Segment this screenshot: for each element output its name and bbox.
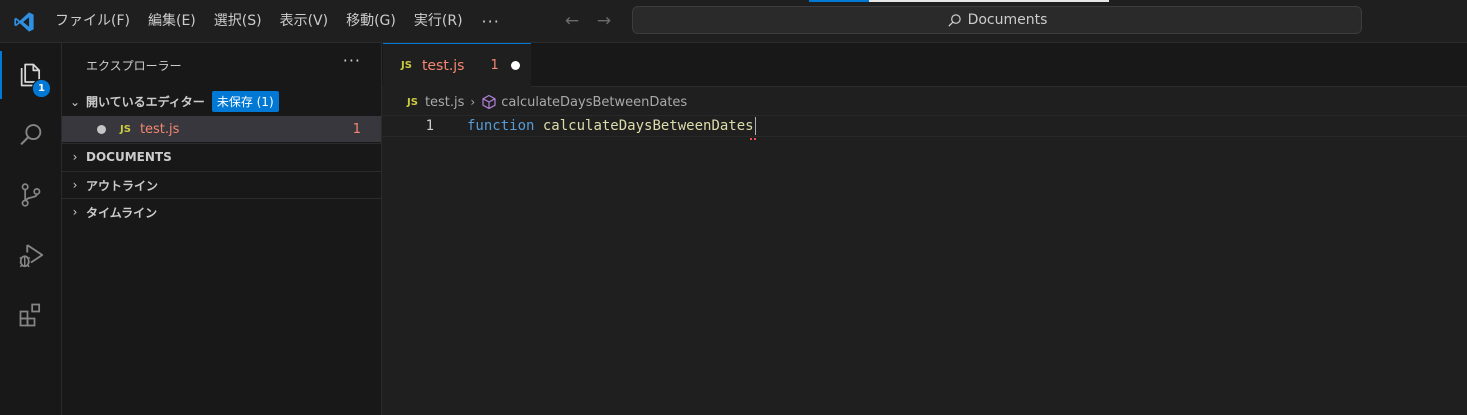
menu-selection[interactable]: 選択(S) xyxy=(205,0,271,43)
command-center-search[interactable]: Documents xyxy=(632,6,1362,34)
keyword-token: function xyxy=(467,118,535,134)
outline-label: アウトライン xyxy=(86,178,159,193)
code-line[interactable]: 1 function calculateDaysBetweenDates xyxy=(382,115,1467,140)
extensions-activity[interactable] xyxy=(0,287,62,343)
outline-section-header[interactable]: › アウトライン xyxy=(62,171,381,198)
editor-area: JS test.js 1 JS test.js › calculateDaysB… xyxy=(382,43,1467,415)
menu-edit[interactable]: 編集(E) xyxy=(139,0,205,43)
breadcrumb-file[interactable]: test.js xyxy=(425,95,464,110)
forward-arrow-icon[interactable]: → xyxy=(592,8,616,34)
sidebar-more-icon[interactable]: ··· xyxy=(343,51,361,70)
line-number: 1 xyxy=(425,118,434,134)
explorer-activity[interactable]: 1 xyxy=(0,47,62,103)
vscode-logo-icon xyxy=(13,11,35,33)
menu-bar: ファイル(F) 編集(E) 選択(S) 表示(V) 移動(G) 実行(R) ··… xyxy=(46,0,510,43)
search-icon xyxy=(20,124,42,146)
extensions-icon xyxy=(19,303,41,327)
function-name-token: calculateDaysBetweenDates xyxy=(542,118,754,134)
tab-test-js[interactable]: JS test.js 1 xyxy=(383,43,531,87)
chevron-down-icon: ⌄ xyxy=(69,94,81,109)
javascript-file-icon: JS xyxy=(120,123,131,135)
chevron-right-icon: › xyxy=(470,95,476,109)
text-cursor xyxy=(754,117,756,135)
explorer-sidebar: エクスプローラー ··· ⌄ 開いているエディター 未保存 (1) JS tes… xyxy=(62,43,382,415)
menu-file[interactable]: ファイル(F) xyxy=(46,0,139,43)
problem-count: 1 xyxy=(352,121,361,137)
editor-tab-bar: JS test.js 1 xyxy=(382,43,1467,87)
chevron-right-icon: › xyxy=(72,178,78,192)
title-bar: ファイル(F) 編集(E) 選択(S) 表示(V) 移動(G) 実行(R) ··… xyxy=(0,0,1467,43)
open-editors-label: 開いているエディター xyxy=(86,95,205,109)
documents-label: DOCUMENTS xyxy=(86,150,172,164)
menu-go[interactable]: 移動(G) xyxy=(337,0,405,43)
back-arrow-icon[interactable]: ← xyxy=(560,8,584,34)
breadcrumb: JS test.js › calculateDaysBetweenDates xyxy=(407,92,687,112)
javascript-file-icon: JS xyxy=(401,60,412,71)
menu-more-icon[interactable]: ··· xyxy=(472,12,510,31)
explorer-badge: 1 xyxy=(32,79,51,98)
sidebar-title: エクスプローラー xyxy=(86,59,182,73)
timeline-label: タイムライン xyxy=(86,205,158,220)
unsaved-badge: 未保存 (1) xyxy=(211,91,279,112)
chevron-right-icon: › xyxy=(72,205,78,219)
run-debug-activity[interactable] xyxy=(0,227,62,283)
open-editors-header[interactable]: ⌄ 開いているエディター 未保存 (1) xyxy=(62,88,381,115)
search-icon xyxy=(947,13,961,27)
breadcrumb-symbol[interactable]: calculateDaysBetweenDates xyxy=(501,95,687,110)
chevron-right-icon: › xyxy=(72,150,78,164)
error-squiggle xyxy=(749,135,756,140)
timeline-section-header[interactable]: › タイムライン xyxy=(62,198,381,225)
menu-run[interactable]: 実行(R) xyxy=(405,0,472,43)
title-accent-strip xyxy=(809,0,869,2)
unsaved-dot-icon[interactable] xyxy=(97,124,106,134)
search-text: Documents xyxy=(967,12,1048,28)
symbol-method-icon xyxy=(482,94,496,110)
javascript-file-icon: JS xyxy=(407,96,418,108)
code-text[interactable]: function calculateDaysBetweenDates xyxy=(467,117,756,135)
source-control-activity[interactable] xyxy=(0,167,62,223)
run-debug-icon xyxy=(19,244,44,268)
open-editor-item[interactable]: JS test.js 1 xyxy=(62,116,381,142)
source-control-icon xyxy=(21,183,41,207)
navigation-controls: ← → xyxy=(560,8,616,34)
tab-filename: test.js xyxy=(421,57,465,74)
tab-problem-count: 1 xyxy=(490,58,499,73)
menu-view[interactable]: 表示(V) xyxy=(271,0,338,43)
open-editor-filename: test.js xyxy=(139,121,180,137)
documents-section-header[interactable]: › DOCUMENTS xyxy=(62,143,381,170)
title-highlight-strip xyxy=(869,0,1109,2)
unsaved-dot-icon[interactable] xyxy=(510,61,520,70)
search-activity[interactable] xyxy=(0,107,62,163)
activity-bar: 1 xyxy=(0,43,62,415)
